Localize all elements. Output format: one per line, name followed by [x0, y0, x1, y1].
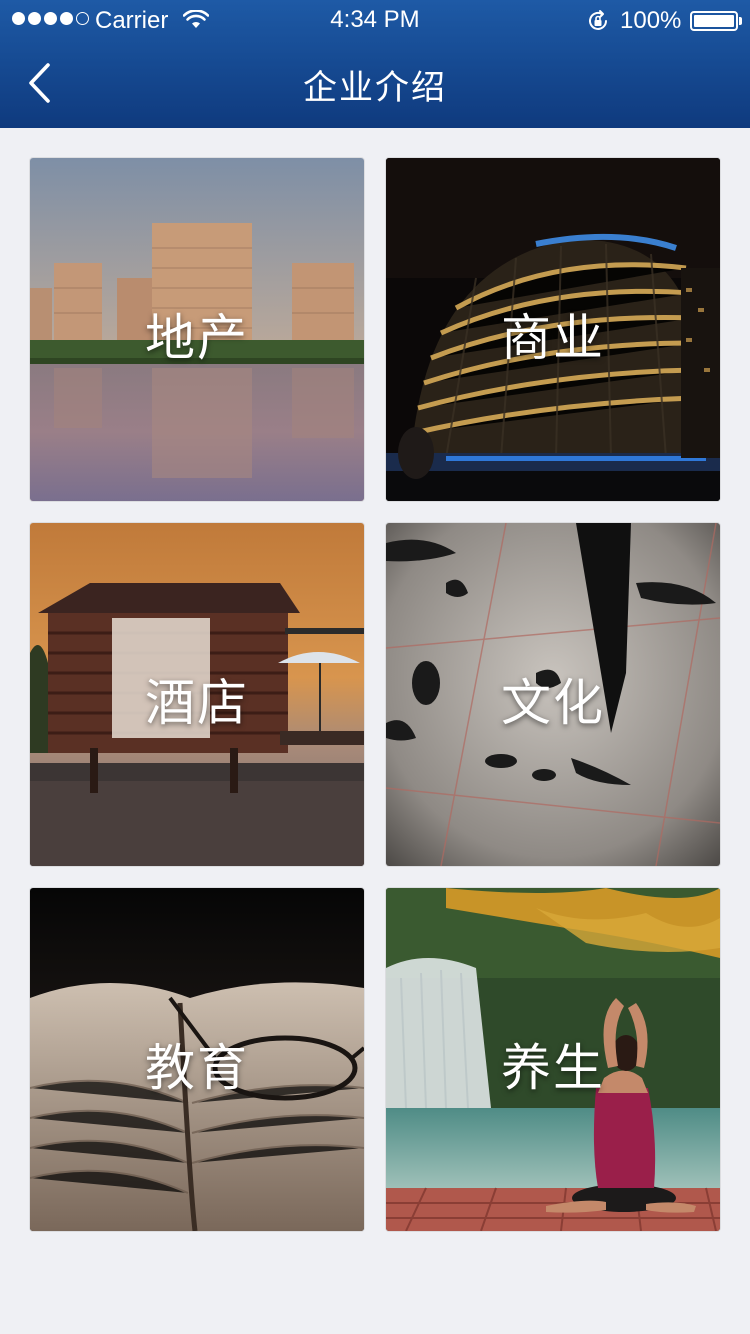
page-title: 企业介绍 — [303, 68, 447, 108]
tile-label: 商业 — [501, 309, 605, 367]
battery-tip — [739, 17, 742, 25]
tile-label: 教育 — [145, 1039, 249, 1097]
tile-wellness[interactable]: 养生 — [386, 888, 720, 1231]
tile-label: 地产 — [145, 309, 249, 367]
rotation-lock-icon — [589, 10, 607, 30]
tile-education[interactable]: 教育 — [30, 888, 364, 1231]
tile-commerce[interactable]: 商业 — [386, 158, 720, 501]
app-header: Carrier 4:34 PM 100% 企业介绍 — [0, 0, 750, 128]
tile-label: 酒店 — [145, 674, 249, 732]
status-bar: Carrier 4:34 PM 100% — [0, 0, 750, 40]
tile-hotel[interactable]: 酒店 — [30, 523, 364, 866]
tile-label: 养生 — [501, 1039, 605, 1097]
battery-level — [694, 15, 734, 27]
tile-culture[interactable]: 文化 — [386, 523, 720, 866]
battery-percentage: 100% — [620, 7, 682, 34]
tile-real-estate[interactable]: 地产 — [30, 158, 364, 501]
tile-label: 文化 — [501, 674, 605, 732]
navigation-bar: 企业介绍 — [0, 40, 750, 128]
battery-icon — [690, 11, 738, 31]
